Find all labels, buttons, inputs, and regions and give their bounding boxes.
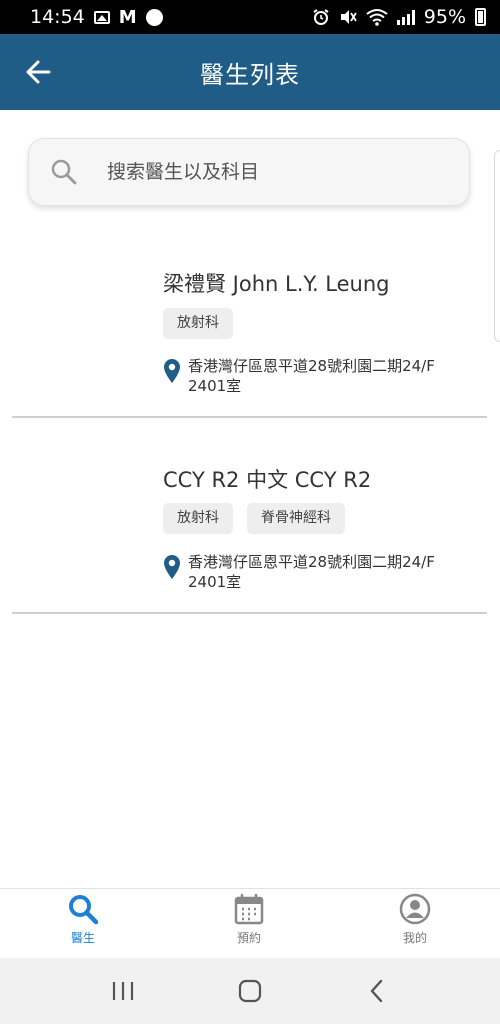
nav-item-appointments[interactable]: 預約 [209, 893, 289, 946]
app-bar: 醫生列表 [0, 34, 500, 110]
nav-label: 預約 [236, 931, 261, 945]
recent-apps-icon [113, 982, 134, 1000]
address-text: 香港灣仔區恩平道28號利園二期24/F 2401室 [188, 553, 435, 591]
signal-icon [396, 9, 415, 25]
battery-percent: 95% [423, 6, 466, 28]
search-icon [69, 895, 99, 925]
nav-label: 我的 [402, 931, 427, 945]
arrow-left-icon [26, 60, 51, 84]
scroll-indicator [494, 150, 500, 342]
profile-icon [399, 893, 431, 925]
recent-apps-button[interactable] [103, 971, 143, 1011]
calendar-icon [234, 893, 264, 925]
doctor-address: 香港灣仔區恩平道28號利園二期24/F 2401室 [163, 552, 463, 592]
nav-item-doctors[interactable]: 醫生 [43, 893, 123, 946]
mute-icon [340, 10, 357, 24]
nav-item-profile[interactable]: 我的 [375, 893, 455, 946]
gmail-icon: M [118, 6, 137, 28]
specialty-tag: 脊骨神經科 [247, 503, 345, 534]
search-input[interactable] [107, 161, 437, 183]
status-time: 14:54 [30, 6, 85, 28]
dot-icon [145, 8, 163, 26]
home-button[interactable] [230, 971, 270, 1011]
back-button[interactable] [20, 54, 56, 90]
page-title: 醫生列表 [200, 60, 300, 89]
doctor-name: CCY R2 中文 CCY R2 [163, 468, 372, 492]
doctor-card[interactable]: 梁禮賢 John L.Y. Leung 放射科 香港灣仔區恩平道28號利園二期2… [12, 222, 487, 418]
status-bar: 14:54 M 95% [0, 0, 500, 34]
specialty-tag: 放射科 [163, 503, 233, 534]
system-back-button[interactable] [357, 971, 397, 1011]
specialty-tags: 放射科 [163, 308, 233, 339]
doctor-card[interactable]: CCY R2 中文 CCY R2 放射科 脊骨神經科 香港灣仔區恩平道28號利園… [12, 418, 487, 614]
alarm-icon [313, 9, 329, 25]
battery-icon [475, 8, 486, 26]
home-icon [238, 979, 262, 1003]
doctor-address: 香港灣仔區恩平道28號利園二期24/F 2401室 [163, 356, 463, 396]
chevron-left-icon [370, 979, 382, 1003]
doctor-name: 梁禮賢 John L.Y. Leung [163, 272, 390, 296]
nav-label: 醫生 [70, 931, 95, 945]
specialty-tags: 放射科 脊骨神經科 [163, 503, 345, 534]
location-pin-icon [164, 359, 180, 383]
address-text: 香港灣仔區恩平道28號利園二期24/F 2401室 [188, 357, 435, 395]
search-icon [51, 159, 77, 185]
image-icon [93, 10, 110, 24]
specialty-tag: 放射科 [163, 308, 233, 339]
system-nav-bar [0, 958, 500, 1024]
bottom-nav: 醫生 預約 我的 [0, 888, 500, 958]
search-box[interactable] [28, 138, 470, 206]
location-pin-icon [164, 555, 180, 579]
wifi-icon [366, 9, 388, 26]
